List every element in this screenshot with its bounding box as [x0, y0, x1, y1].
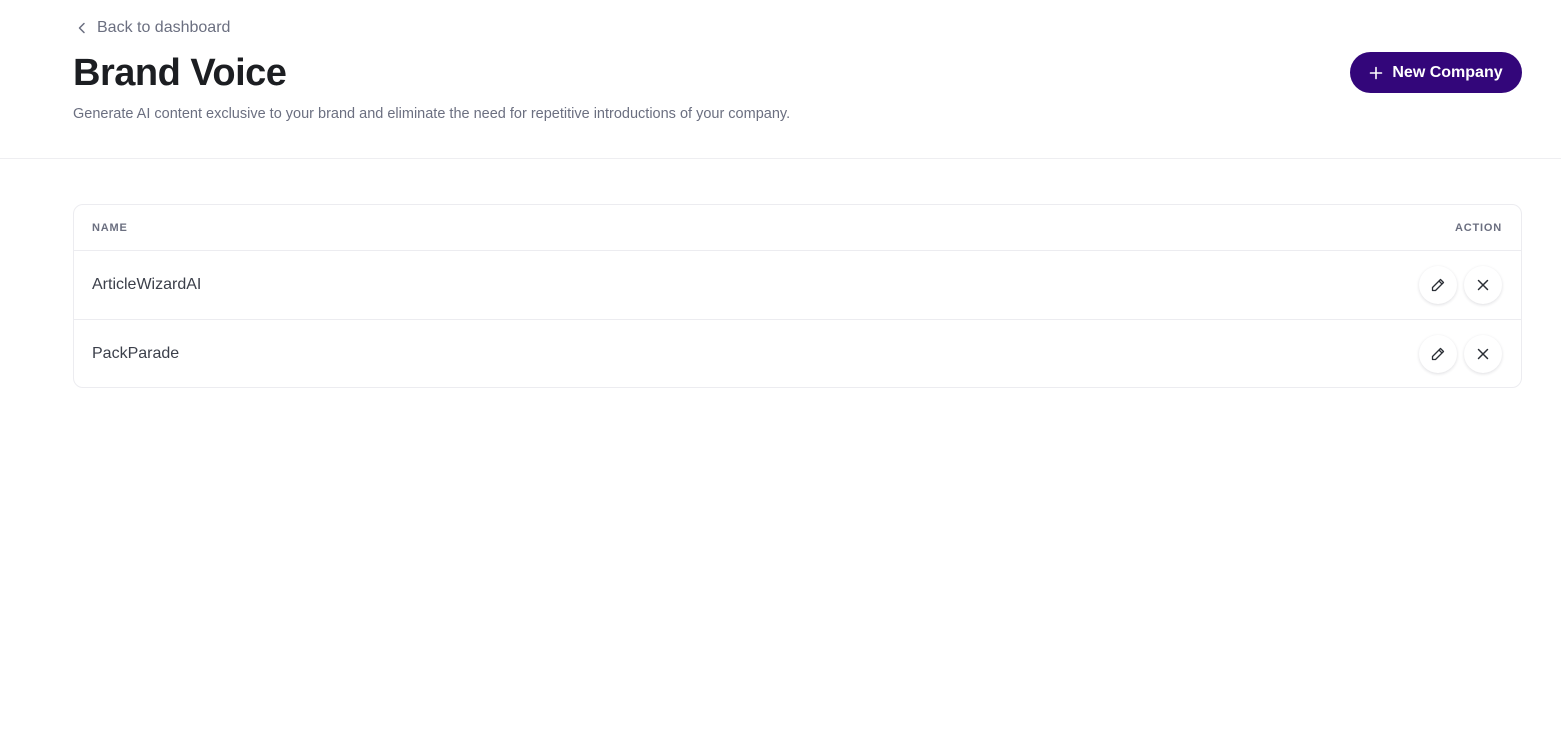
company-name: ArticleWizardAI: [92, 276, 202, 293]
row-actions: [1419, 266, 1502, 304]
table-row: ArticleWizardAI: [74, 251, 1521, 320]
column-header-name: NAME: [92, 221, 128, 234]
close-icon: [1476, 278, 1490, 292]
table-row: PackParade: [74, 320, 1521, 387]
companies-table: NAME ACTION ArticleWizardAI PackParade: [73, 204, 1522, 388]
back-link-label: Back to dashboard: [97, 19, 231, 36]
table-header: NAME ACTION: [74, 205, 1521, 251]
page-title: Brand Voice: [73, 52, 287, 94]
row-actions: [1419, 334, 1502, 373]
edit-button[interactable]: [1419, 266, 1457, 304]
column-header-action: ACTION: [1455, 221, 1502, 234]
pencil-icon: [1430, 346, 1446, 362]
new-company-button[interactable]: New Company: [1350, 52, 1522, 93]
back-to-dashboard-link[interactable]: Back to dashboard: [75, 19, 230, 37]
company-name: PackParade: [92, 344, 180, 362]
chevron-left-icon: [75, 21, 89, 35]
page-description: Generate AI content exclusive to your br…: [73, 106, 791, 122]
close-icon: [1476, 347, 1490, 361]
delete-button[interactable]: [1464, 266, 1502, 304]
edit-button[interactable]: [1419, 334, 1457, 373]
delete-button[interactable]: [1464, 334, 1502, 373]
new-company-label: New Company: [1392, 63, 1503, 81]
pencil-icon: [1430, 277, 1446, 293]
plus-icon: [1369, 66, 1383, 80]
page-header: Back to dashboard Brand Voice Generate A…: [0, 0, 1561, 159]
